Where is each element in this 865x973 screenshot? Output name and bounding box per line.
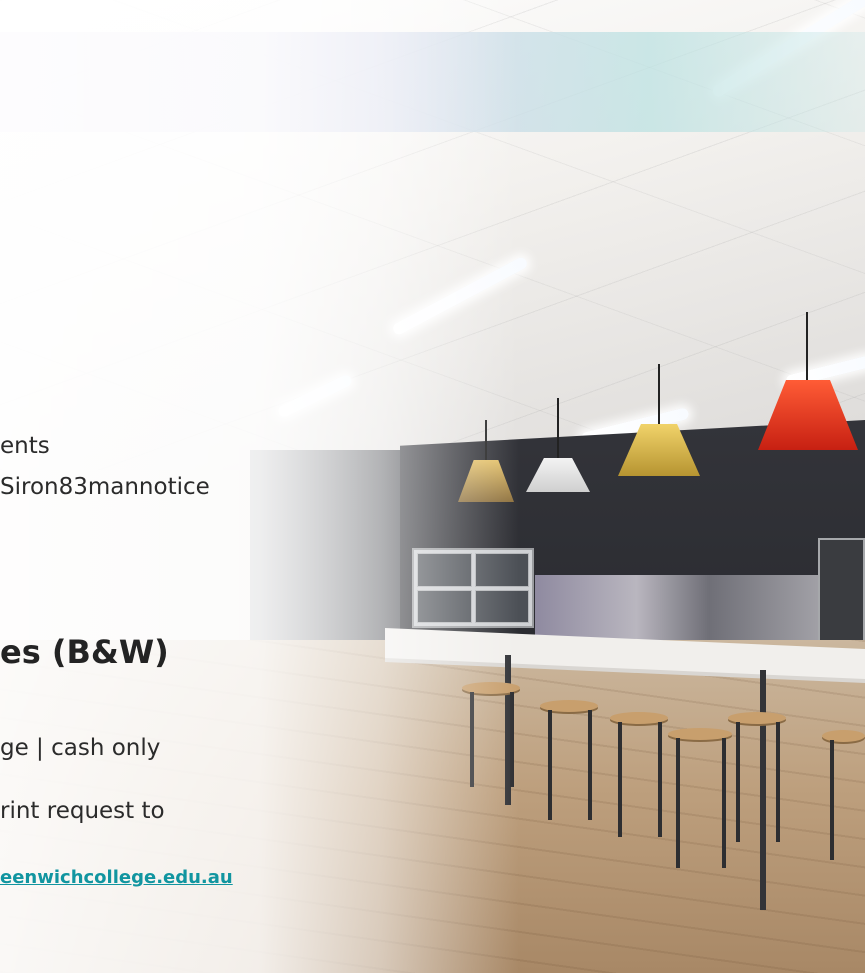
body-text-line: Siron83mannotice	[0, 474, 210, 500]
body-text-line: ge | cash only	[0, 735, 161, 761]
section-heading: es (B&W)	[0, 633, 169, 671]
email-link[interactable]: eenwichcollege.edu.au	[0, 867, 233, 888]
body-text-line: ents	[0, 433, 50, 459]
page: ents Siron83mannotice es (B&W) ge | cash…	[0, 0, 865, 973]
body-text-line: rint request to	[0, 798, 165, 824]
